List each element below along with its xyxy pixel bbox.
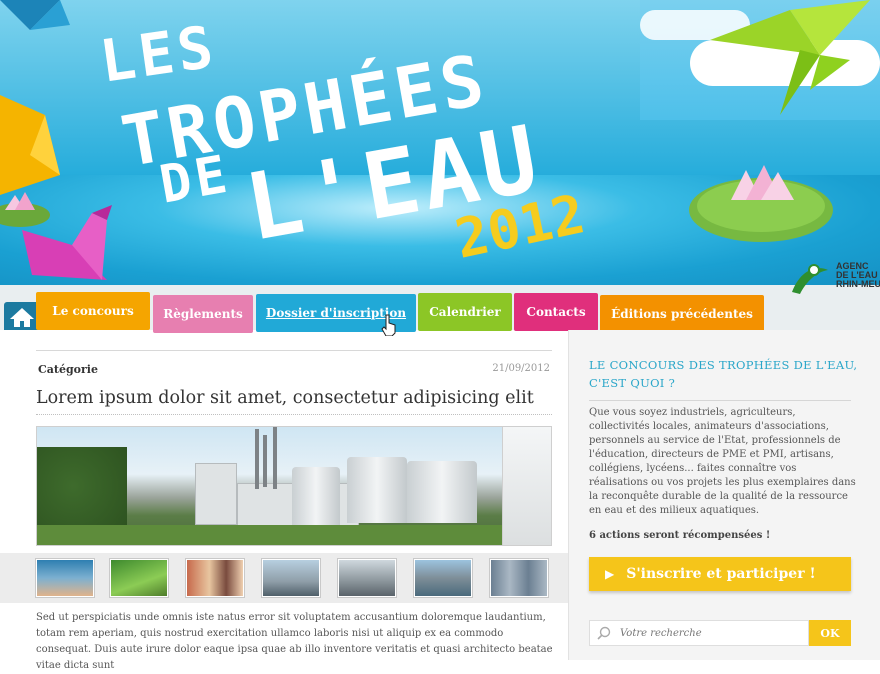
- home-icon: [10, 308, 34, 327]
- nav-item-calendrier[interactable]: Calendrier: [418, 293, 512, 331]
- article-body: Sed ut perspiciatis unde omnis iste natu…: [36, 612, 553, 671]
- title-line-3: DE: [155, 144, 236, 216]
- article-headline[interactable]: Lorem ipsum dolor sit amet, consectetur …: [36, 388, 534, 408]
- agency-logo-text: AGENC DE L'EAU RHIN-MEUS: [836, 261, 880, 289]
- origami-bird-icon: [0, 0, 70, 30]
- thumbnail-5[interactable]: [338, 559, 396, 597]
- photo-chimney: [255, 429, 259, 489]
- photo-tank: [347, 457, 407, 523]
- article-date: 21/09/2012: [492, 363, 550, 374]
- sidebar-highlight: 6 actions seront récompensées !: [589, 530, 771, 541]
- photo-tank: [407, 461, 477, 523]
- origami-swan-icon: [22, 205, 112, 280]
- register-button-label: S'inscrire et participer !: [626, 566, 816, 582]
- thumbnail-7[interactable]: [490, 559, 548, 597]
- photo-tank: [292, 467, 340, 525]
- article-category[interactable]: Catégorie: [38, 363, 98, 376]
- thumbnail-1[interactable]: [36, 559, 94, 597]
- divider: [36, 414, 552, 415]
- sidebar-title: LE CONCOURS DES TROPHÉES DE L'EAU, C'EST…: [589, 358, 858, 390]
- home-button[interactable]: [4, 302, 40, 330]
- thumbnail-6[interactable]: [414, 559, 472, 597]
- sidebar: LE CONCOURS DES TROPHÉES DE L'EAU, C'EST…: [568, 330, 880, 660]
- photo-chimney: [273, 427, 277, 489]
- photo-chimney: [263, 435, 267, 487]
- thumbnail-4[interactable]: [262, 559, 320, 597]
- article-meta: Catégorie 21/09/2012: [36, 350, 552, 379]
- main-nav: Le concours Règlements Dossier d'inscrip…: [0, 290, 880, 333]
- divider: [589, 400, 851, 401]
- origami-crane-icon: [710, 0, 870, 115]
- nav-item-contacts[interactable]: Contacts: [514, 293, 598, 331]
- thumbnail-3[interactable]: [186, 559, 244, 597]
- nav-item-editions-precedentes[interactable]: Éditions précédentes: [600, 295, 764, 333]
- register-button[interactable]: ▶ S'inscrire et participer !: [589, 557, 851, 591]
- nav-item-reglements[interactable]: Règlements: [153, 295, 253, 333]
- thumbnail-2[interactable]: [110, 559, 168, 597]
- title-line-1: LES: [95, 12, 221, 96]
- nav-item-le-concours[interactable]: Le concours: [36, 292, 150, 330]
- play-arrow-icon: ▶: [605, 567, 615, 581]
- search-input[interactable]: [589, 620, 809, 646]
- photo-side-panel: [502, 427, 551, 545]
- sidebar-description: Que vous soyez industriels, agriculteurs…: [589, 407, 856, 516]
- hand-cursor-icon: [381, 314, 396, 336]
- thumbnail-strip: [0, 553, 568, 603]
- search-submit-button[interactable]: OK: [809, 620, 851, 646]
- lily-pad-icon: [689, 165, 833, 242]
- article-photo[interactable]: [36, 426, 552, 546]
- photo-grass: [37, 525, 551, 545]
- search-form: OK: [589, 620, 851, 646]
- header-banner: LES TROPHÉES DE L'EAU 2012 AGENC DE L'EA…: [0, 0, 880, 330]
- origami-paper-icon: [0, 95, 60, 195]
- search-icon: [597, 626, 611, 640]
- photo-building: [195, 463, 237, 525]
